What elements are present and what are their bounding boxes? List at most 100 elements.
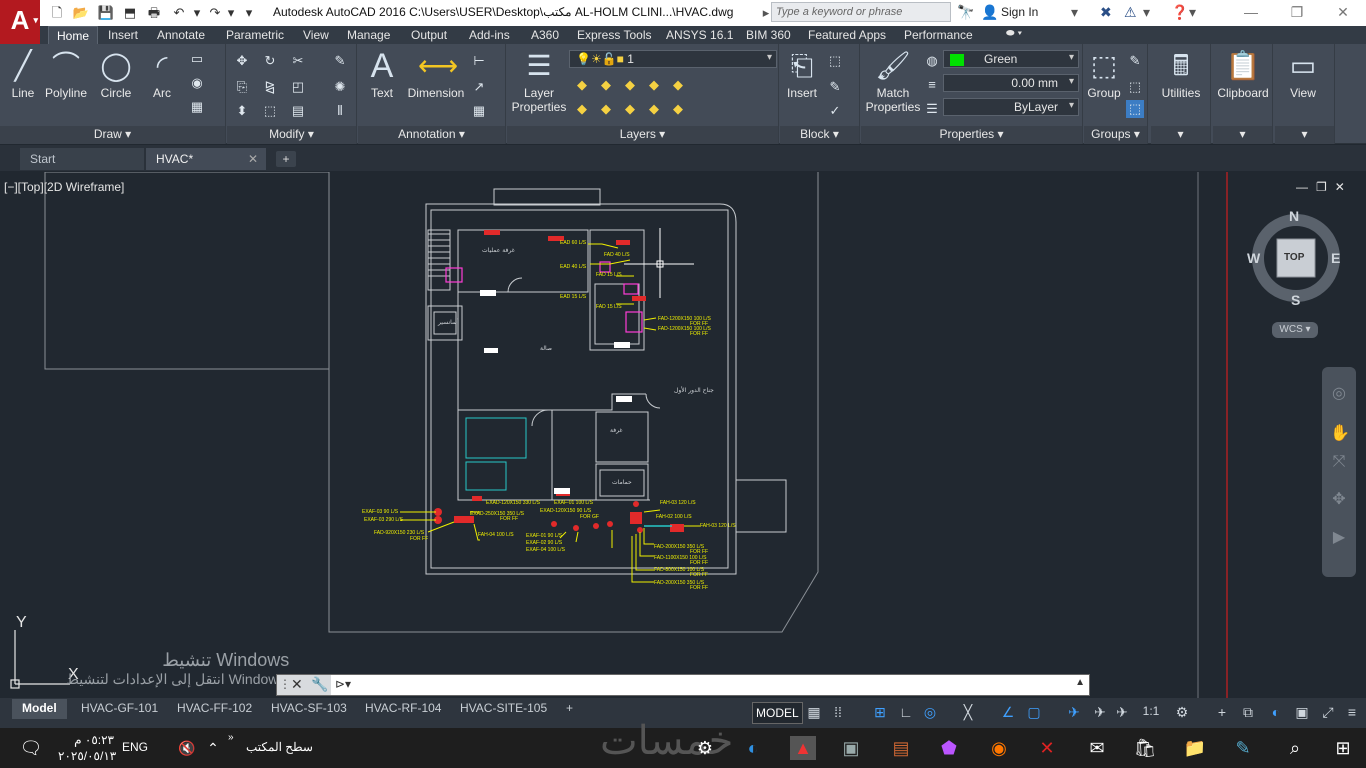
create-block-icon[interactable]: ⬚ [826, 52, 844, 70]
application-menu-button[interactable]: A [0, 0, 40, 44]
chevron-down-icon[interactable]: ▾ [1143, 4, 1150, 21]
layer-properties-tool[interactable]: ☰ Layer Properties [511, 48, 567, 114]
desktop-toolbar[interactable]: سطح المكتب [246, 740, 313, 754]
explode-icon[interactable]: ✺ [331, 78, 349, 96]
grid-icon[interactable]: ▦ [804, 704, 824, 722]
showmotion-icon[interactable]: ▶ [1330, 527, 1348, 546]
customization-icon[interactable]: ≡ [1342, 704, 1362, 722]
insert-block-tool[interactable]: ⎗ Insert [774, 48, 830, 100]
customize-qat-icon[interactable]: ▾ [240, 4, 258, 22]
polyline-tool[interactable]: ⌒ Polyline [38, 48, 94, 100]
close-command-line-icon[interactable]: ✕ [291, 676, 303, 693]
autocad-taskbar-icon[interactable]: ▲ [790, 736, 816, 760]
draw-panel-title[interactable]: Draw ▾ [0, 126, 225, 144]
file-explorer-icon[interactable]: 📁 [1182, 736, 1208, 760]
clipboard-expand[interactable]: ▾ [1213, 126, 1272, 144]
tab-annotate[interactable]: Annotate [149, 26, 213, 44]
linetype-dropdown[interactable]: ByLayer [943, 98, 1079, 116]
table-icon[interactable]: ▦ [470, 102, 488, 120]
plot-icon[interactable]: 🖶 [145, 4, 163, 22]
design-app-icon[interactable]: ✕ [1034, 736, 1060, 760]
viewcube-east[interactable]: E [1331, 250, 1340, 266]
clipboard-tool[interactable]: 📋 Clipboard [1213, 48, 1273, 100]
pan-icon[interactable]: ✋ [1330, 423, 1350, 442]
viewport-controls-label[interactable]: [−][Top][2D Wireframe] [4, 180, 124, 194]
group-select-icon[interactable]: ⬚ [1126, 100, 1144, 118]
annotation-visibility-icon[interactable]: ✈ [1064, 704, 1084, 722]
leader-icon[interactable]: ⊢ [470, 52, 488, 70]
tab-parametric[interactable]: Parametric [218, 26, 292, 44]
layout-tab-sf[interactable]: HVAC-SF-103 [261, 699, 357, 719]
layer-previous-icon[interactable]: ◆ [597, 100, 615, 118]
show-hidden-icons-icon[interactable]: ⌃ [200, 736, 226, 760]
save-icon[interactable]: 💾 [97, 4, 115, 22]
array-icon[interactable]: ▤ [289, 102, 307, 120]
zoom-icon[interactable]: ⤧ [1330, 453, 1348, 471]
utilities-expand[interactable]: ▾ [1151, 126, 1210, 144]
properties-panel-title[interactable]: Properties ▾ [861, 126, 1082, 144]
tab-output[interactable]: Output [403, 26, 455, 44]
new-layout-button[interactable]: + [556, 699, 583, 719]
tab-insert[interactable]: Insert [100, 26, 146, 44]
taskbar-clock[interactable]: ٠٥:٢٣ م ٢٠٢٥/٠٥/١٣ [58, 732, 116, 764]
stay-connected-icon[interactable]: ⚠ [1124, 4, 1137, 21]
snap-icon[interactable]: ⁞⁞ [828, 704, 848, 722]
viewcube-top-face[interactable]: TOP [1284, 252, 1304, 263]
viewport-window-controls[interactable]: —❐✕ [1296, 180, 1353, 194]
command-input[interactable] [361, 678, 1061, 692]
new-tab-button[interactable]: + [276, 151, 296, 167]
redo-dropdown-icon[interactable]: ▾ [222, 4, 240, 22]
box-app-icon[interactable]: ▣ [838, 736, 864, 760]
layer-match-icon[interactable]: ◆ [573, 100, 591, 118]
hatch-icon[interactable]: ◉ [188, 74, 206, 92]
layer-freeze-icon[interactable]: ◆ [645, 76, 663, 94]
viewcube-north[interactable]: N [1289, 208, 1299, 224]
tab-home[interactable]: Home [48, 26, 99, 44]
layout-tab-gf[interactable]: HVAC-GF-101 [71, 699, 168, 719]
layer-dropdown[interactable]: 💡☀🔓■ 1 [569, 50, 777, 68]
plus-icon[interactable]: + [1212, 704, 1232, 722]
tab-start[interactable]: Start [20, 148, 144, 170]
groups-panel-title[interactable]: Groups ▾ [1084, 126, 1147, 144]
winrar-icon[interactable]: ▤ [888, 736, 914, 760]
hardware-acceleration-icon[interactable]: ◐ [1266, 704, 1286, 722]
help-icon[interactable]: ❓ [1171, 4, 1188, 21]
orbit-icon[interactable]: ✥ [1330, 489, 1348, 508]
undo-dropdown-icon[interactable]: ▾ [188, 4, 206, 22]
start-windows-icon[interactable]: ⊞ [1330, 736, 1356, 760]
offset-icon[interactable]: ⫴ [331, 102, 349, 120]
open-file-icon[interactable]: 📂 [72, 4, 90, 22]
group-edit-icon[interactable]: ⬚ [1126, 78, 1144, 96]
tab-bim-360[interactable]: BIM 360 [738, 26, 799, 44]
command-prompt-icon[interactable]: ⊳▾ [335, 677, 351, 691]
edit-block-icon[interactable]: ✎ [826, 78, 844, 96]
volume-muted-icon[interactable]: 🔇 [174, 736, 200, 760]
match-properties-tool[interactable]: 🖌 Match Properties [863, 48, 923, 114]
copy-icon[interactable]: ⎘ [233, 78, 251, 96]
notifications-icon[interactable]: 🗨 [18, 736, 44, 760]
tab-performance[interactable]: Performance [896, 26, 981, 44]
input-language[interactable]: ENG [122, 740, 148, 754]
layer-unlock-icon[interactable]: ◆ [669, 100, 687, 118]
arc-tool[interactable]: ◜ Arc [134, 48, 190, 100]
lineweight-dropdown[interactable]: 0.00 mm [943, 74, 1079, 92]
group-tool[interactable]: ⬚ Group [1076, 48, 1132, 100]
workspace-gear-icon[interactable]: ⚙ [1172, 704, 1192, 722]
fillet-icon[interactable]: ◰ [289, 78, 307, 96]
mail-icon[interactable]: ✉ [1084, 736, 1110, 760]
ungroup-icon[interactable]: ✎ [1126, 52, 1144, 70]
search-icon[interactable]: ⌕ [1282, 736, 1308, 760]
close-tab-icon[interactable]: ✕ [248, 152, 258, 166]
drawing-canvas[interactable]: EAD 60 L/S EAD 40 L/S FAD 40 L/S FAD 15 … [0, 172, 1366, 698]
isodraft-icon[interactable]: ╳ [958, 704, 978, 722]
tab-add-ins[interactable]: Add-ins [461, 26, 518, 44]
layout-tab-model[interactable]: Model [12, 699, 67, 719]
clean-screen-icon[interactable]: ▣ [1292, 704, 1312, 722]
rectangle-icon[interactable]: ▭ [188, 50, 206, 68]
grip-icon[interactable]: ⋮ [279, 677, 291, 691]
firefox-icon[interactable]: ◉ [986, 736, 1012, 760]
edge-icon[interactable]: ◐ [740, 736, 766, 760]
minimize-button[interactable]: — [1228, 0, 1274, 26]
mirror-icon[interactable]: ⧎ [261, 78, 279, 96]
undo-icon[interactable]: ↶ [170, 4, 188, 22]
